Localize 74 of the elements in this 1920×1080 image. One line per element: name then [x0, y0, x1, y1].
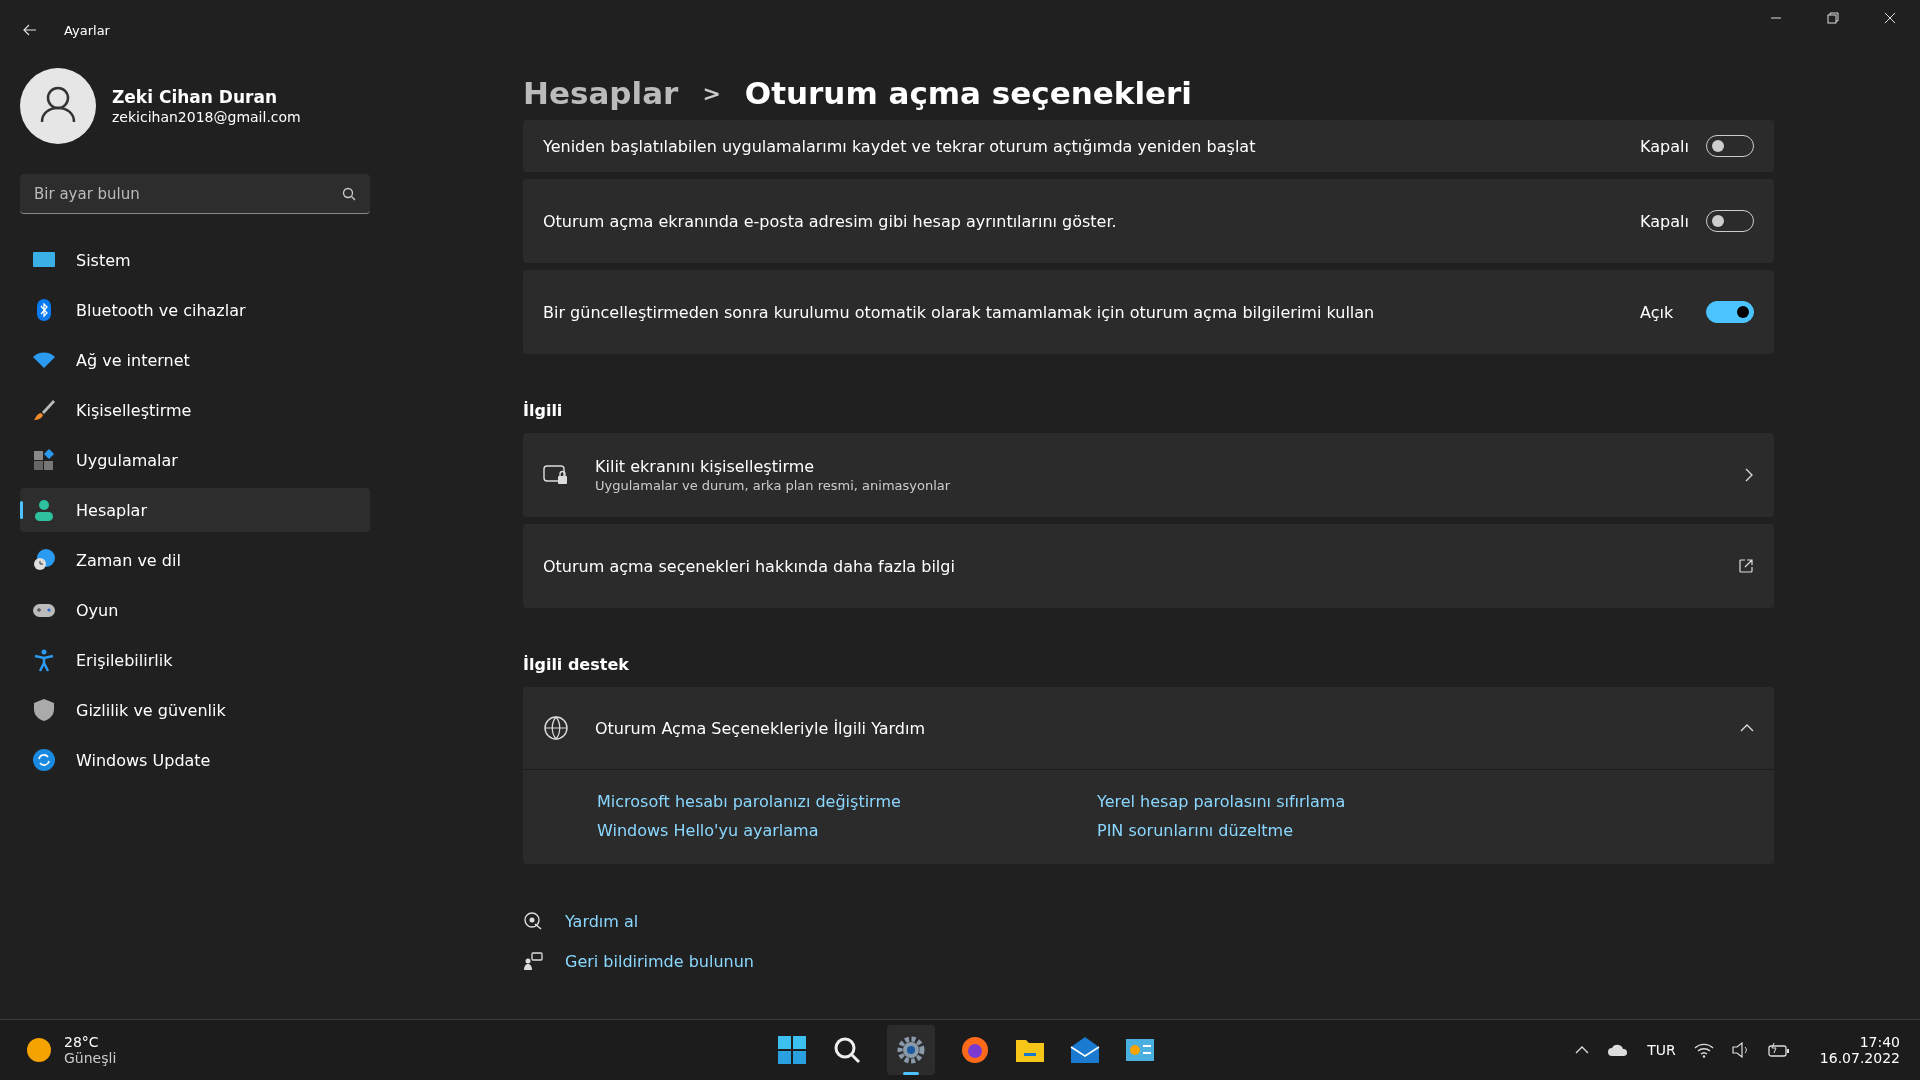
clock-date[interactable]: 16.07.2022 [1819, 1050, 1900, 1066]
footer-link[interactable]: Yardım al [565, 911, 639, 931]
lock-screen-icon [543, 464, 569, 486]
breadcrumb-separator: > [702, 80, 721, 106]
toggle-state: Kapalı [1640, 136, 1690, 156]
help-link[interactable]: Microsoft hesabı parolanızı değiştirme [597, 792, 901, 811]
setting-label: Bir güncelleştirmeden sonra kurulumu otomatik olarak tamamlamak için oturum açma bilgilerimi kullan [543, 302, 1376, 322]
cloud-icon[interactable] [1607, 1043, 1630, 1057]
person-icon [32, 498, 56, 522]
settings-icon[interactable] [896, 1035, 926, 1065]
update-icon [32, 748, 56, 772]
help-link[interactable]: PIN sorunlarını düzeltme [1097, 821, 1294, 840]
sidebar-item[interactable]: Oyun [20, 588, 370, 632]
globe-clock-icon [32, 548, 56, 572]
sidebar-item[interactable]: Zaman ve dil [20, 538, 370, 582]
close-icon[interactable] [1884, 12, 1896, 24]
accessibility-icon [32, 648, 56, 672]
language-indicator[interactable]: TUR [1647, 1042, 1676, 1058]
sidebar-item[interactable]: Ağ ve internet [20, 338, 370, 382]
chevron-icon [1740, 723, 1754, 733]
shield-icon [32, 698, 56, 722]
back-arrow-icon[interactable] [22, 22, 38, 38]
page-title: Oturum açma seçenekleri [744, 75, 1192, 111]
breadcrumb-parent[interactable]: Hesaplar [523, 75, 679, 111]
chevron-up-icon[interactable] [1575, 1045, 1590, 1055]
help-link[interactable]: Yerel hesap parolasını sıfırlama [1097, 792, 1346, 811]
feedback-icon [523, 951, 543, 971]
toggle-switch[interactable] [1706, 301, 1754, 323]
related-card[interactable]: Oturum açma seçenekleri hakkında daha fazla bilgi [523, 524, 1774, 608]
battery-icon[interactable] [1767, 1042, 1790, 1058]
help-chat-icon [523, 911, 543, 931]
setting-label: Yeniden başlatılabilen uygulamalarımı kaydet ve tekrar oturum açtığımda yeniden başlat [543, 136, 1257, 156]
toggle-state: Kapalı [1640, 211, 1690, 231]
sidebar-item[interactable]: Gizlilik ve güvenlik [20, 688, 370, 732]
search-icon [342, 187, 356, 201]
sun-icon[interactable] [26, 1037, 52, 1063]
search-field[interactable]: Bir ayar bulun [20, 174, 370, 214]
search-icon[interactable] [832, 1035, 862, 1065]
sidebar-item[interactable]: Erişilebilirlik [20, 638, 370, 682]
external-link-icon [1738, 558, 1754, 574]
wifi-icon[interactable] [1693, 1042, 1714, 1058]
related-card[interactable]: Kilit ekranını kişiselleştirme Uygulamalar ve durum, arka plan resmi, animasyonlar [523, 433, 1774, 517]
related-title: Oturum açma seçenekleri hakkında daha fazla bilgi [543, 556, 956, 576]
toggle-state: Açık [1640, 302, 1675, 322]
brush-icon [32, 398, 56, 422]
restore-icon[interactable] [1827, 12, 1839, 24]
expander-header[interactable]: Oturum Açma Seçenekleriyle İlgili Yardım [523, 687, 1774, 770]
browser-icon[interactable] [960, 1035, 990, 1065]
globe-search-icon [543, 715, 569, 741]
clock-time[interactable]: 17:40 [1819, 1034, 1900, 1050]
apps-icon [32, 448, 56, 472]
sidebar-item[interactable]: Windows Update [20, 738, 370, 782]
related-subtitle: Uygulamalar ve durum, arka plan resmi, animasyonlar [595, 478, 952, 493]
start-icon[interactable] [777, 1035, 807, 1065]
speaker-icon[interactable] [1731, 1042, 1750, 1058]
footer-link[interactable]: Geri bildirimde bulunun [565, 951, 754, 971]
help-link[interactable]: Windows Hello'yu ayarlama [597, 821, 819, 840]
related-title: Kilit ekranını kişiselleştirme [595, 457, 816, 476]
section-heading: İlgili destek [523, 655, 630, 674]
user-name: Zeki Cihan Duran [112, 87, 278, 107]
mail-icon[interactable] [1070, 1035, 1100, 1065]
sidebar-item[interactable]: Bluetooth ve cihazlar [20, 288, 370, 332]
sidebar-item[interactable]: Uygulamalar [20, 438, 370, 482]
weather-temp: 28°C [64, 1034, 100, 1050]
user-email: zekicihan2018@gmail.com [112, 109, 301, 125]
sidebar-item[interactable]: Hesaplar [20, 488, 370, 532]
avatar-icon [20, 68, 96, 144]
setting-label: Oturum açma ekranında e-posta adresim gibi hesap ayrıntılarını göster. [543, 211, 1118, 231]
chevron-right-icon [1744, 468, 1754, 482]
window-title: Ayarlar [64, 22, 110, 38]
weather-condition: Güneşli [64, 1050, 117, 1066]
sidebar-item[interactable]: Sistem [20, 238, 370, 282]
sidebar-item[interactable]: Kişiselleştirme [20, 388, 370, 432]
section-heading: İlgili [523, 401, 564, 420]
